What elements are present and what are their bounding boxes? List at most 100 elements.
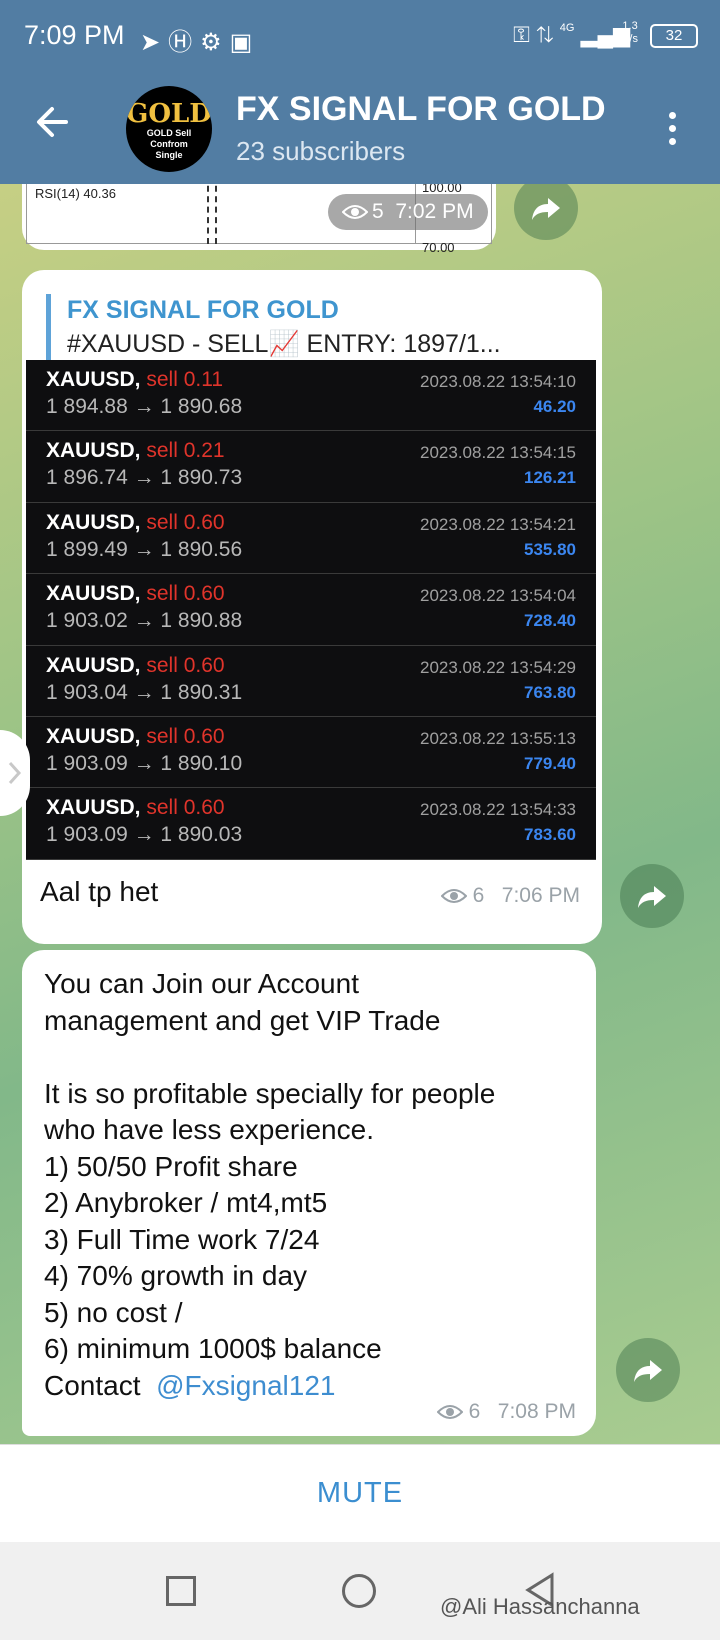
- chevron-right-icon: [8, 761, 22, 785]
- network-speed: 1.3 K/s: [622, 20, 638, 46]
- app-header: 7:09 PM ➤Ⓗ⚙▣ ⚿ ⇅ 4G ▂▄▆ 1.3 K/s 32 GOLD …: [0, 0, 720, 184]
- recents-button[interactable]: [166, 1576, 196, 1606]
- more-options-button[interactable]: [660, 108, 684, 148]
- trade-prices: 1 903.09 → 1 890.03: [46, 823, 243, 847]
- trade-side: sell 0.21: [146, 439, 225, 463]
- speed-value: 1.3: [622, 20, 638, 32]
- trade-side: sell 0.60: [146, 510, 225, 534]
- axis-tick: 70.00: [422, 240, 455, 255]
- trade-symbol: XAUUSD, sell 0.21: [46, 439, 225, 463]
- promo-line: 3) Full Time work 7/24: [44, 1223, 320, 1255]
- promo-line: You can Join our Account: [44, 968, 359, 999]
- trade-prices: 1 903.02 → 1 890.88: [46, 609, 243, 633]
- trade-row: XAUUSD, sell 0.60 1 903.09 → 1 890.10 2023…: [26, 717, 596, 789]
- trade-datetime: 2023.08.22 13:54:15: [420, 443, 576, 463]
- avatar-line: GOLD Sell: [146, 128, 192, 138]
- promo-line: 4) 70% growth in day: [44, 1260, 308, 1291]
- trade-profit: 783.60: [524, 825, 576, 845]
- network-label: 4G: [559, 22, 575, 34]
- promo-line: It is so profitable specially for people: [44, 1077, 496, 1109]
- share-arrow-icon: [638, 886, 666, 908]
- promo-line: who have less experience.: [44, 1114, 374, 1145]
- trade-symbol-label: XAUUSD,: [46, 439, 141, 463]
- trade-symbol: XAUUSD, sell 0.60: [46, 582, 225, 606]
- watermark: @Ali Hassanchanna: [440, 1594, 640, 1619]
- trade-side: sell 0.60: [146, 724, 225, 748]
- mute-button[interactable]: MUTE: [317, 1445, 403, 1541]
- trade-row: XAUUSD, sell 0.60 1 903.09 → 1 890.03 2023…: [26, 788, 596, 860]
- promo-line: management and get VIP Trade: [44, 1004, 441, 1036]
- forward-button[interactable]: [514, 184, 578, 240]
- avatar-line: Single: [155, 150, 183, 160]
- trade-prices: 1 903.09 → 1 890.10: [46, 751, 243, 775]
- previous-post[interactable]: RSI(14) 40.36 100.00 70.00 5 7:02 PM: [22, 184, 496, 255]
- telegram-icon: ➤: [140, 29, 169, 56]
- status-notification-icons: ➤Ⓗ⚙▣: [140, 22, 260, 57]
- status-signal-icons: ⚿ ⇅ 4G ▂▄▆: [513, 22, 630, 48]
- eye-icon: [342, 205, 368, 220]
- trade-datetime: 2023.08.22 13:54:04: [420, 586, 576, 606]
- back-button[interactable]: [32, 102, 72, 142]
- trade-prices: 1 903.04 → 1 890.31: [46, 680, 243, 704]
- dot: [668, 112, 676, 119]
- signal-post[interactable]: FX SIGNAL FOR GOLD #XAUUSD - SELL📈 ENTRY…: [22, 270, 602, 944]
- post-time: 7:06 PM: [501, 884, 580, 907]
- trade-profit: 763.80: [524, 682, 576, 702]
- view-count: 5: [372, 200, 384, 223]
- promo-line: 6) minimum 1000$ balance: [44, 1333, 382, 1364]
- dot: [668, 125, 676, 132]
- status-bar: 7:09 PM ➤Ⓗ⚙▣ ⚿ ⇅ 4G ▂▄▆ 1.3 K/s 32: [0, 0, 720, 72]
- trade-row: XAUUSD, sell 0.60 1 903.04 → 1 890.31 2023…: [26, 646, 596, 717]
- gear-icon: ⚙: [200, 29, 230, 56]
- rsi-label: RSI(14) 40.36: [35, 186, 116, 201]
- channel-title[interactable]: FX SIGNAL FOR GOLD: [236, 90, 606, 129]
- trade-profit: 779.40: [524, 753, 576, 773]
- mute-bar: MUTE: [0, 1444, 720, 1542]
- post-time: 7:02 PM: [395, 200, 474, 223]
- channel-avatar[interactable]: GOLD GOLD Sell Confrom Single: [126, 86, 212, 172]
- contact-label: Contact: [44, 1369, 141, 1401]
- data-arrows-icon: ⇅: [536, 22, 554, 47]
- promo-line: [44, 1039, 584, 1076]
- forward-button[interactable]: [620, 864, 684, 928]
- trade-side: sell 0.60: [146, 653, 225, 677]
- trade-datetime: 2023.08.22 13:54:33: [420, 800, 576, 820]
- post-meta: 6 7:08 PM: [436, 1400, 576, 1424]
- view-count: 6: [472, 884, 485, 907]
- eye-icon: [440, 889, 467, 904]
- trade-side: sell 0.11: [146, 368, 224, 391]
- trade-datetime: 2023.08.22 13:54:10: [420, 372, 576, 391]
- trade-side: sell 0.60: [146, 796, 225, 820]
- trade-row: XAUUSD, sell 0.60 1 899.49 → 1 890.56 2023…: [26, 503, 596, 575]
- status-time: 7:09 PM: [24, 20, 125, 50]
- home-button[interactable]: [342, 1574, 376, 1608]
- trade-symbol: XAUUSD, sell 0.60: [46, 654, 225, 678]
- trade-prices: 1 899.49 → 1 890.56: [46, 537, 243, 561]
- promo-text: You can Join our Account management and …: [44, 966, 584, 1404]
- chat-area[interactable]: RSI(14) 40.36 100.00 70.00 5 7:02 PM FX …: [0, 184, 720, 1444]
- contact-handle-link[interactable]: @Fxsignal121: [156, 1370, 335, 1401]
- trade-history-image[interactable]: XAUUSD, sell 0.11 1 894.88 → 1 890.68 2023…: [26, 360, 596, 860]
- trade-symbol-label: XAUUSD,: [46, 724, 141, 748]
- key-icon: ⚿: [513, 22, 530, 47]
- hi-icon: Ⓗ: [168, 29, 201, 56]
- arrow-left-icon: [37, 107, 68, 137]
- promo-post[interactable]: You can Join our Account management and …: [22, 950, 596, 1436]
- trade-symbol-label: XAUUSD,: [46, 368, 141, 391]
- trade-symbol: XAUUSD, sell 0.11: [46, 368, 223, 392]
- chart-marker-line: [215, 184, 217, 244]
- subscriber-count: 23 subscribers: [236, 136, 406, 166]
- promo-line: 2) Anybroker / mt4,mt5: [44, 1187, 328, 1218]
- trade-profit: 535.80: [524, 539, 576, 559]
- avatar-title: GOLD: [126, 99, 212, 129]
- reply-preview[interactable]: FX SIGNAL FOR GOLD #XAUUSD - SELL📈 ENTRY…: [46, 294, 501, 362]
- forward-button[interactable]: [616, 1338, 680, 1402]
- dot: [668, 138, 676, 145]
- reply-title: FX SIGNAL FOR GOLD: [67, 296, 339, 324]
- trade-datetime: 2023.08.22 13:54:21: [420, 514, 576, 534]
- trade-profit: 126.21: [524, 468, 576, 488]
- trade-profit: 46.20: [533, 397, 576, 416]
- trade-prices: 1 894.88 → 1 890.68: [46, 395, 243, 418]
- trade-symbol: XAUUSD, sell 0.60: [46, 796, 225, 820]
- avatar-line: Confrom: [150, 139, 188, 149]
